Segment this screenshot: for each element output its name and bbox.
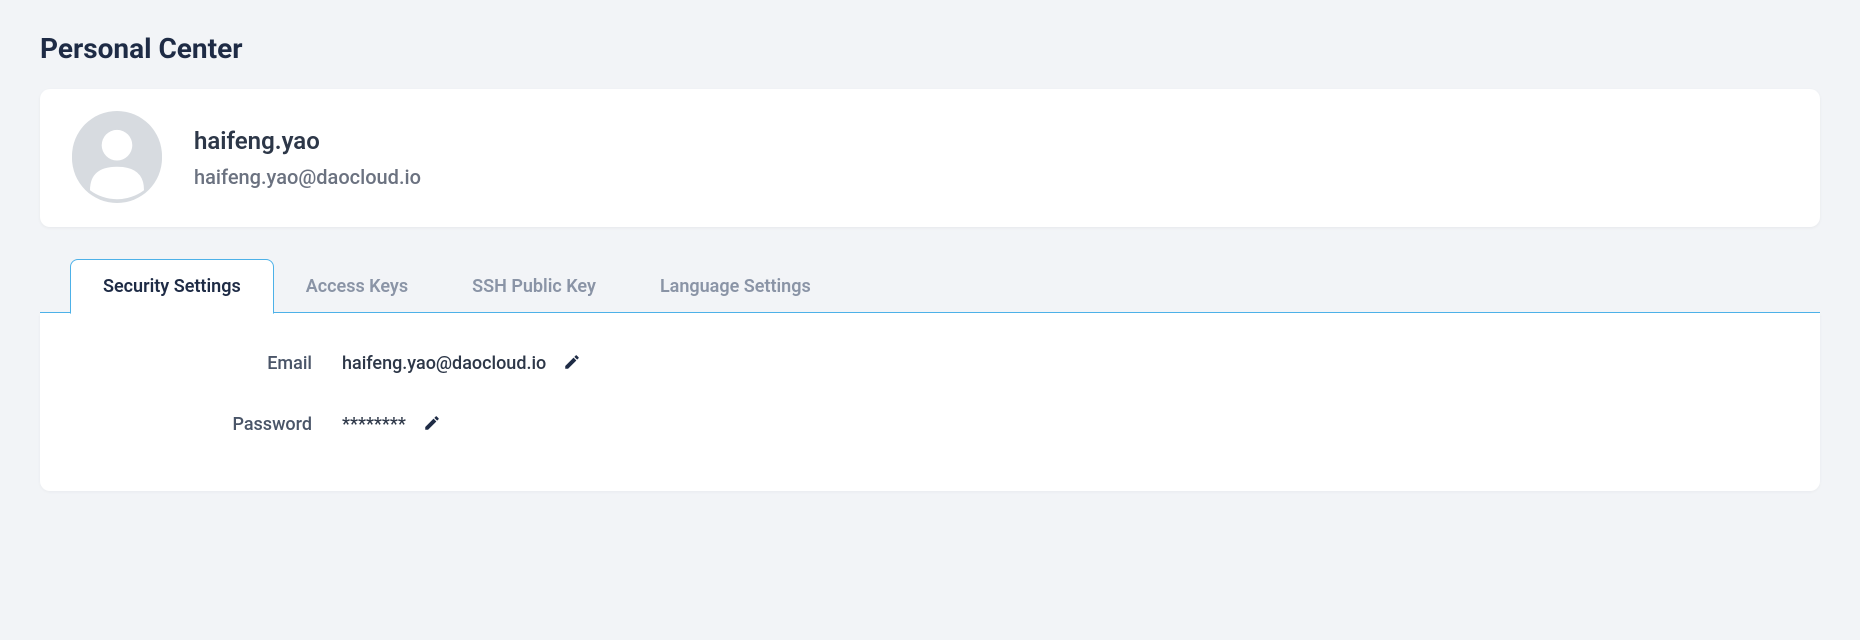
email-label: Email (72, 353, 342, 374)
edit-email-button[interactable] (562, 354, 582, 374)
pencil-icon (563, 353, 581, 375)
profile-info: haifeng.yao haifeng.yao@daocloud.io (194, 127, 421, 189)
password-label: Password (72, 414, 342, 435)
profile-name: haifeng.yao (194, 127, 421, 155)
tabs-header: Security Settings Access Keys SSH Public… (40, 259, 1820, 313)
tab-access-keys[interactable]: Access Keys (274, 260, 440, 313)
pencil-icon (423, 414, 441, 436)
edit-password-button[interactable] (422, 415, 442, 435)
profile-email: haifeng.yao@daocloud.io (194, 165, 421, 189)
profile-card: haifeng.yao haifeng.yao@daocloud.io (40, 89, 1820, 227)
tab-content-security: Email haifeng.yao@daocloud.io Password *… (40, 313, 1820, 491)
tabs-container: Security Settings Access Keys SSH Public… (40, 259, 1820, 491)
setting-row-password: Password ******** (72, 414, 1788, 435)
avatar (72, 113, 162, 203)
tab-ssh-public-key[interactable]: SSH Public Key (440, 260, 628, 313)
tab-security-settings[interactable]: Security Settings (70, 259, 274, 314)
page-title: Personal Center (40, 32, 1820, 65)
tab-language-settings[interactable]: Language Settings (628, 260, 843, 313)
password-value: ******** (342, 414, 406, 435)
email-value: haifeng.yao@daocloud.io (342, 353, 546, 374)
user-icon (72, 111, 162, 205)
setting-row-email: Email haifeng.yao@daocloud.io (72, 353, 1788, 374)
